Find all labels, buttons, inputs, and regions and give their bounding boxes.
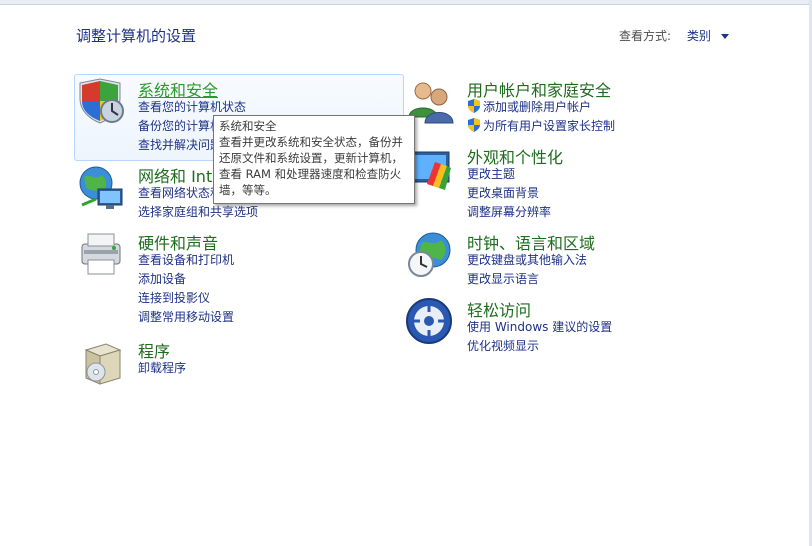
chevron-down-icon[interactable] (720, 34, 729, 39)
link-windows-recommended[interactable]: 使用 Windows 建议的设置 (467, 318, 612, 337)
category-links: 使用 Windows 建议的设置 优化视频显示 (467, 318, 612, 356)
printer-icon (76, 230, 126, 280)
network-globe-icon (76, 163, 126, 213)
link-add-remove-users-label[interactable]: 添加或删除用户帐户 (483, 100, 591, 114)
link-uninstall-program[interactable]: 卸载程序 (138, 359, 186, 378)
link-connect-projector[interactable]: 连接到投影仪 (138, 289, 234, 308)
page-title: 调整计算机的设置 (76, 27, 197, 45)
tooltip-line-4: 墙，等等。 (219, 183, 277, 197)
link-add-device[interactable]: 添加设备 (138, 270, 234, 289)
link-change-theme[interactable]: 更改主题 (467, 165, 551, 184)
category-links: 更改键盘或其他输入法 更改显示语言 (467, 251, 587, 289)
tooltip: 系统和安全 查看并更改系统和安全状态，备份并 还原文件和系统设置，更新计算机， … (213, 115, 415, 204)
window-top-border (0, 0, 812, 5)
programs-box-icon (76, 338, 126, 388)
security-shield-icon (76, 77, 126, 127)
tooltip-line-3: 查看 RAM 和处理器速度和检查防火 (219, 167, 402, 181)
tooltip-line-1: 查看并更改系统和安全状态，备份并 (219, 135, 403, 149)
tooltip-title: 系统和安全 (219, 119, 277, 133)
ease-of-access-icon (405, 297, 455, 347)
view-by-label: 查看方式: (619, 29, 672, 43)
link-change-display-language[interactable]: 更改显示语言 (467, 270, 587, 289)
category-links: 卸载程序 (138, 359, 186, 378)
uac-shield-icon (467, 118, 481, 132)
link-adjust-resolution[interactable]: 调整屏幕分辨率 (467, 203, 551, 222)
link-change-keyboard[interactable]: 更改键盘或其他输入法 (467, 251, 587, 270)
link-devices-printers[interactable]: 查看设备和打印机 (138, 251, 234, 270)
link-change-background[interactable]: 更改桌面背景 (467, 184, 551, 203)
link-optimize-display[interactable]: 优化视频显示 (467, 337, 612, 356)
link-homegroup-sharing[interactable]: 选择家庭组和共享选项 (138, 203, 258, 222)
view-by-dropdown[interactable]: 类别 (687, 29, 711, 43)
link-add-remove-users[interactable]: 添加或删除用户帐户 (467, 98, 615, 117)
link-parental-controls[interactable]: 为所有用户设置家长控制 (467, 117, 615, 136)
clock-globe-icon (405, 230, 455, 280)
uac-shield-icon (467, 99, 481, 113)
link-parental-controls-label[interactable]: 为所有用户设置家长控制 (483, 119, 615, 133)
category-links: 查看设备和打印机 添加设备 连接到投影仪 调整常用移动设置 (138, 251, 234, 327)
category-links: 更改主题 更改桌面背景 调整屏幕分辨率 (467, 165, 551, 222)
view-by-control: 查看方式: 类别 (619, 27, 729, 44)
tooltip-line-2: 还原文件和系统设置，更新计算机， (219, 151, 403, 165)
category-links: 添加或删除用户帐户 为所有用户设置家长控制 (467, 98, 615, 136)
link-mobility-settings[interactable]: 调整常用移动设置 (138, 308, 234, 327)
